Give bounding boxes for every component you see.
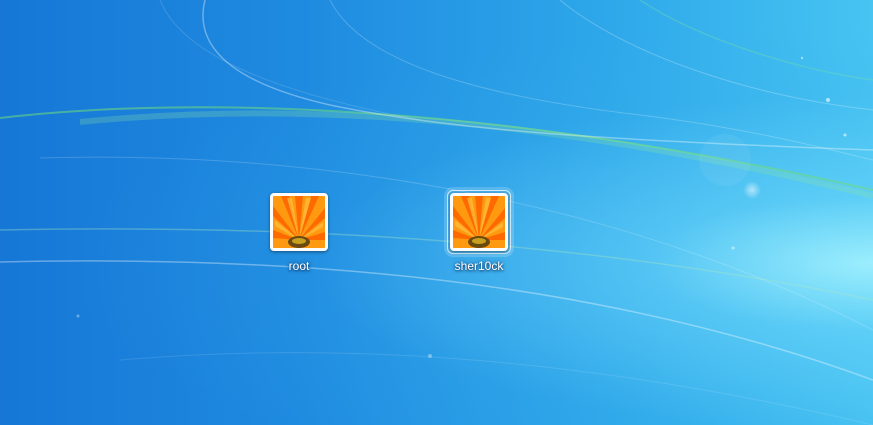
user-name-label: root <box>288 259 310 273</box>
user-picture-frame <box>447 190 511 254</box>
orange-flower-icon <box>270 193 328 251</box>
user-picture-frame <box>267 190 331 254</box>
user-tile-root[interactable]: root <box>256 185 342 285</box>
user-tile-sher10ck[interactable]: sher10ck <box>436 185 522 285</box>
user-name-label: sher10ck <box>454 259 504 273</box>
orange-flower-icon <box>450 193 508 251</box>
